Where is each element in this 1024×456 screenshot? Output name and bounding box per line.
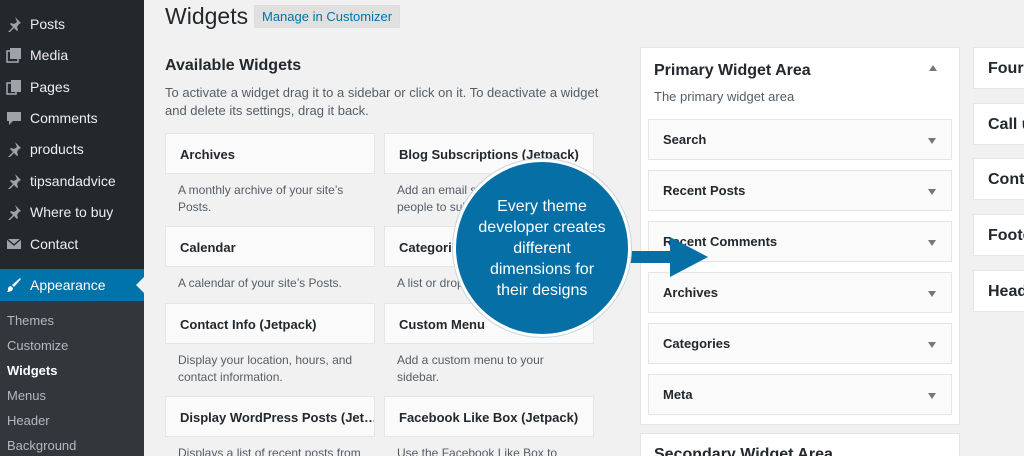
sidebar-item-tipsandadvice[interactable]: tipsandadvice (0, 165, 144, 197)
submenu-customize[interactable]: Customize (7, 338, 68, 353)
expand-arrow-icon[interactable] (928, 189, 936, 195)
mail-icon (5, 235, 23, 253)
expand-arrow-icon[interactable] (928, 138, 936, 144)
pushpin-icon (5, 140, 23, 158)
expand-arrow-icon[interactable] (928, 393, 936, 399)
widget-description: Display your location, hours, and contac… (178, 353, 353, 384)
expand-arrow-icon[interactable] (928, 240, 936, 246)
current-menu-arrow (136, 277, 144, 293)
callout-bubble: Every theme developer creates different … (453, 159, 631, 337)
admin-sidebar: Posts Media Pages Comments products tips… (0, 0, 144, 456)
appearance-submenu: Themes Customize Widgets Menus Header Ba… (0, 301, 144, 456)
media-icon (5, 46, 23, 64)
area-widget-label: Meta (663, 387, 693, 402)
sidebar-item-label: Where to buy (30, 204, 114, 220)
sidebar-item-appearance[interactable]: Appearance (0, 269, 144, 301)
pushpin-icon (5, 15, 23, 33)
manage-in-customizer-button[interactable]: Manage in Customizer (254, 5, 401, 28)
sidebar-item-pages[interactable]: Pages (0, 71, 144, 103)
widget-description: Add a custom menu to your sidebar. (397, 353, 544, 384)
widget-calendar[interactable]: Calendar (165, 226, 375, 267)
secondary-widget-area[interactable]: Secondary Widget Area (640, 433, 960, 456)
pushpin-icon (5, 203, 23, 221)
widget-contact-info[interactable]: Contact Info (Jetpack) (165, 303, 375, 344)
submenu-header[interactable]: Header (7, 413, 50, 428)
sidebar-item-label: Appearance (30, 277, 106, 293)
area-widget-categories[interactable]: Categories (648, 323, 952, 364)
widget-area-panel[interactable]: Head (973, 270, 1024, 312)
sidebar-item-label: products (30, 141, 84, 157)
collapse-arrow-icon[interactable] (929, 65, 937, 71)
submenu-menus[interactable]: Menus (7, 388, 46, 403)
sidebar-item-label: Posts (30, 16, 66, 32)
sidebar-item-contact[interactable]: Contact (0, 228, 144, 260)
widget-description: Displays a list of recent posts from (178, 446, 361, 456)
area-widget-label: Search (663, 132, 707, 147)
pages-icon (5, 78, 23, 96)
sidebar-item-label: Comments (30, 110, 98, 126)
sidebar-item-comments[interactable]: Comments (0, 102, 144, 134)
widget-facebook-like-box[interactable]: Facebook Like Box (Jetpack) (384, 396, 594, 437)
secondary-widget-area-title: Secondary Widget Area (654, 446, 833, 456)
widget-area-panel[interactable]: Foote (973, 214, 1024, 256)
area-widget-label: Recent Posts (663, 183, 746, 198)
widget-description: A calendar of your site’s Posts. (178, 276, 342, 290)
comment-icon (5, 109, 23, 127)
widget-description: A monthly archive of your site’s Posts. (178, 183, 344, 214)
primary-widget-area-title: Primary Widget Area (654, 62, 811, 79)
area-widget-recent-posts[interactable]: Recent Posts (648, 170, 952, 211)
area-widget-label: Categories (663, 336, 731, 351)
widget-archives[interactable]: Archives (165, 133, 375, 174)
callout-text: Every theme developer creates different … (478, 197, 606, 299)
page-title: Widgets (165, 3, 249, 29)
paintbrush-icon (5, 276, 23, 294)
sidebar-item-label: Media (30, 47, 69, 63)
area-widget-label: Archives (663, 285, 718, 300)
sidebar-item-label: Contact (30, 236, 79, 252)
submenu-widgets[interactable]: Widgets (7, 363, 57, 378)
sidebar-item-label: tipsandadvice (30, 173, 116, 189)
primary-widget-area-description: The primary widget area (654, 89, 795, 104)
widget-area-panel[interactable]: Cont (973, 158, 1024, 200)
sidebar-item-media[interactable]: Media (0, 39, 144, 71)
expand-arrow-icon[interactable] (928, 342, 936, 348)
area-widget-search[interactable]: Search (648, 119, 952, 160)
expand-arrow-icon[interactable] (928, 291, 936, 297)
widget-area-panel[interactable]: Call u (973, 103, 1024, 145)
callout-arrow (622, 237, 708, 277)
sidebar-item-posts[interactable]: Posts (0, 8, 144, 40)
available-widgets-description: To activate a widget drag it to a sideba… (165, 85, 599, 118)
submenu-background[interactable]: Background (7, 438, 76, 453)
pushpin-icon (5, 172, 23, 190)
sidebar-item-where-to-buy[interactable]: Where to buy (0, 196, 144, 228)
sidebar-item-products[interactable]: products (0, 133, 144, 165)
area-widget-meta[interactable]: Meta (648, 374, 952, 415)
widget-area-panel[interactable]: Four (973, 47, 1024, 89)
widget-display-wordpress-posts[interactable]: Display WordPress Posts (Jet… (165, 396, 375, 437)
available-widgets-title: Available Widgets (165, 57, 302, 74)
submenu-themes[interactable]: Themes (7, 313, 54, 328)
sidebar-item-label: Pages (30, 79, 70, 95)
widget-description: Use the Facebook Like Box to (397, 446, 558, 456)
